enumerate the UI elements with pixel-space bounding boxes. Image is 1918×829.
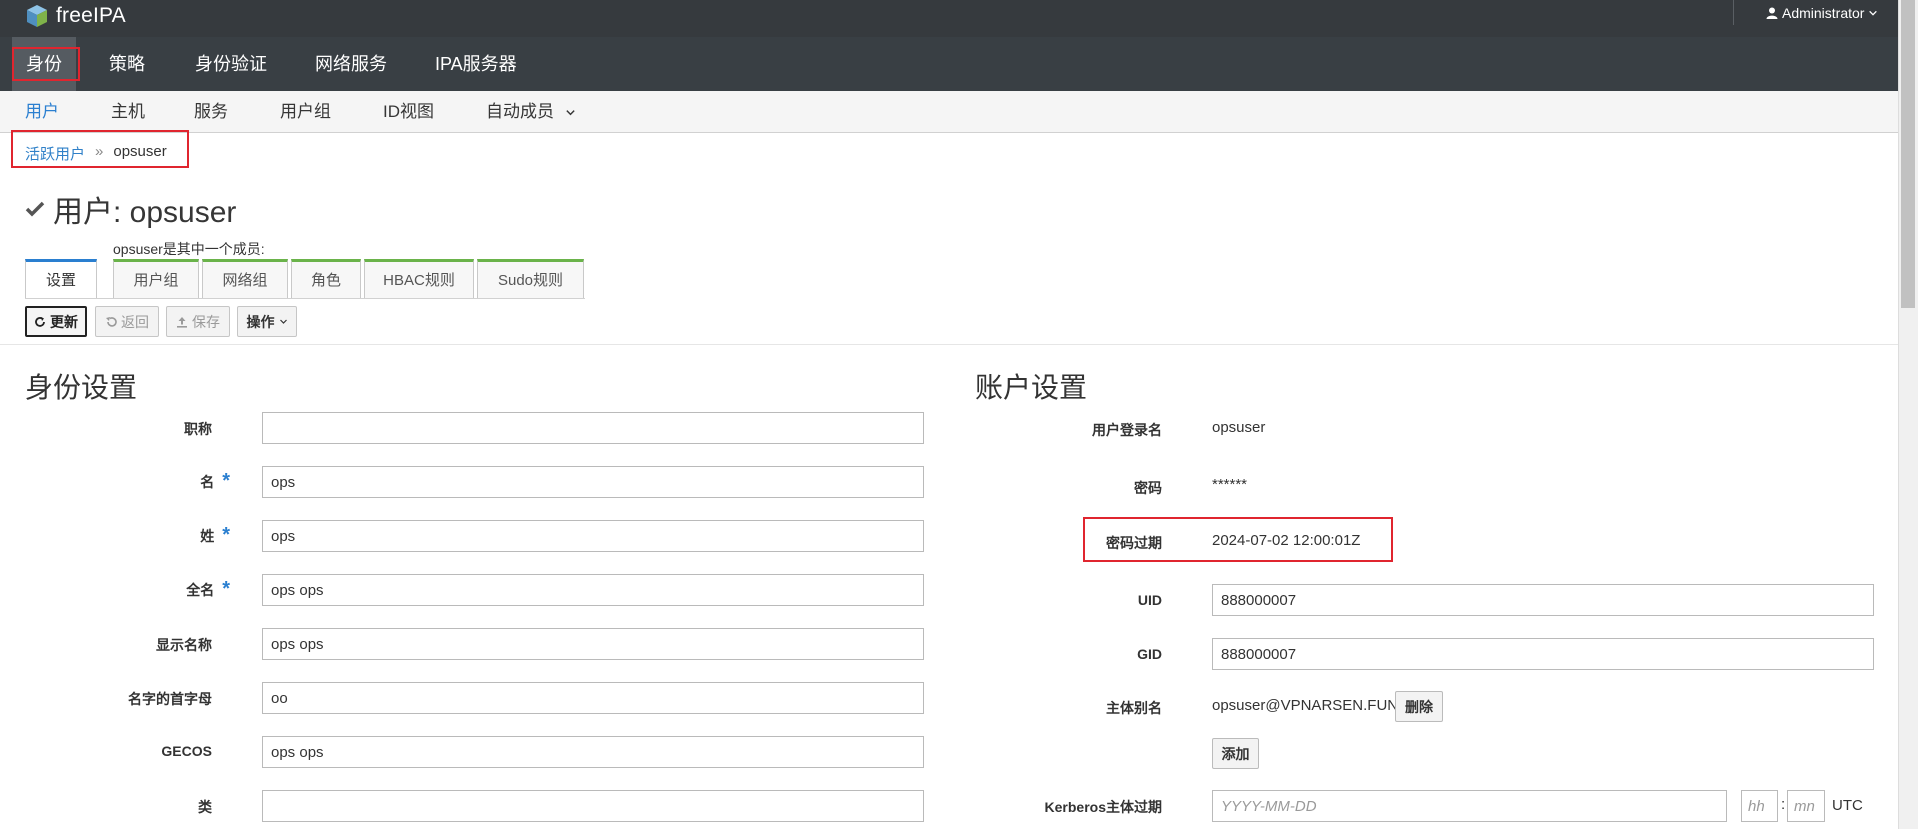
highlight-box-breadcrumb [11, 130, 189, 168]
chevron-down-icon [1869, 10, 1878, 16]
tab-user-groups[interactable]: 用户组 [113, 259, 199, 299]
field-label-last-name: 姓 * [200, 524, 230, 546]
field-label-gecos: GECOS [161, 743, 212, 759]
field-label-job-title: 职称 [184, 421, 212, 437]
login-value: opsuser [1212, 419, 1266, 436]
main-nav: 身份 策略 身份验证 网络服务 IPA服务器 [0, 37, 1898, 91]
field-label-uid: UID [1137, 592, 1162, 608]
field-label-display-name: 显示名称 [156, 637, 212, 653]
kerberos-expiration-minute-input[interactable] [1787, 790, 1825, 822]
check-icon [25, 201, 45, 217]
required-marker: * [222, 470, 230, 492]
field-label-principal-alias: 主体别名 [1106, 700, 1162, 716]
page-title: 用户: opsuser [25, 187, 236, 231]
password-value: ****** [1212, 476, 1248, 493]
subnav-automember-label: 自动成员 [486, 102, 554, 121]
full-name-input[interactable] [262, 574, 924, 606]
brand-logo[interactable]: freeIPA [26, 4, 126, 28]
user-name: Administrator [1782, 4, 1865, 21]
uid-input[interactable] [1212, 584, 1874, 616]
nav-policy[interactable]: 策略 [95, 37, 159, 91]
timezone-label: UTC [1832, 797, 1863, 814]
field-label-kerberos-expiration: Kerberos主体过期 [1044, 799, 1162, 815]
refresh-label: 更新 [50, 313, 78, 330]
last-name-input[interactable] [262, 520, 924, 552]
class-input[interactable] [262, 790, 924, 822]
kerberos-expiration-date-input[interactable] [1212, 790, 1727, 822]
actions-dropdown[interactable]: 操作 [237, 306, 297, 337]
subnav-users[interactable]: 用户 [25, 91, 59, 133]
gecos-input[interactable] [262, 736, 924, 768]
revert-button[interactable]: 返回 [95, 306, 159, 337]
required-marker: * [222, 524, 230, 546]
nav-ipa-server[interactable]: IPA服务器 [421, 37, 531, 91]
field-label-password: 密码 [1134, 480, 1162, 496]
tab-hbac-rules[interactable]: HBAC规则 [364, 259, 474, 299]
display-name-input[interactable] [262, 628, 924, 660]
account-settings-heading: 账户设置 [975, 372, 1088, 403]
time-separator: : [1781, 796, 1786, 813]
sub-nav: 用户 主机 服务 用户组 ID视图 自动成员 [0, 91, 1898, 133]
undo-icon [106, 316, 117, 327]
chevron-down-icon [566, 110, 575, 116]
first-name-input[interactable] [262, 466, 924, 498]
save-button[interactable]: 保存 [166, 306, 230, 337]
subnav-id-views[interactable]: ID视图 [383, 91, 434, 133]
nav-authentication[interactable]: 身份验证 [181, 37, 281, 91]
gid-input[interactable] [1212, 638, 1874, 670]
kerberos-expiration-hour-input[interactable] [1741, 790, 1778, 822]
member-of-label: opsuser是其中一个成员: [113, 241, 265, 257]
toolbar-divider [0, 344, 1898, 345]
user-icon [1766, 7, 1778, 19]
refresh-button[interactable]: 更新 [25, 306, 87, 337]
subnav-automember[interactable]: 自动成员 [486, 91, 576, 133]
initials-input[interactable] [262, 682, 924, 714]
job-title-input[interactable] [262, 412, 924, 444]
user-menu[interactable]: Administrator [1733, 0, 1878, 25]
add-principal-button[interactable]: 添加 [1212, 738, 1259, 769]
tab-underline [25, 298, 585, 299]
field-label-class: 类 [198, 799, 212, 815]
top-header: freeIPA Administrator [0, 0, 1918, 37]
chevron-down-icon [279, 319, 287, 324]
subnav-hosts[interactable]: 主机 [111, 91, 145, 133]
page-title-text: 用户: opsuser [53, 196, 237, 229]
refresh-icon [35, 316, 45, 327]
field-label-login: 用户登录名 [1092, 422, 1162, 438]
brand-name: freeIPA [56, 4, 126, 27]
tab-sudo-rules[interactable]: Sudo规则 [477, 259, 584, 299]
field-label-first-name: 名 * [200, 470, 230, 492]
principal-alias-value: opsuser@VPNARSEN.FUN [1212, 697, 1399, 714]
field-label-gid: GID [1137, 646, 1162, 662]
tab-netgroups[interactable]: 网络组 [202, 259, 288, 299]
subnav-user-groups[interactable]: 用户组 [280, 91, 331, 133]
actions-label: 操作 [246, 313, 275, 330]
delete-principal-button[interactable]: 删除 [1395, 691, 1443, 722]
tab-settings[interactable]: 设置 [25, 259, 97, 299]
field-label-initials: 名字的首字母 [128, 691, 212, 707]
upload-icon [177, 316, 187, 328]
nav-network-services[interactable]: 网络服务 [301, 37, 401, 91]
freeipa-cube-icon [27, 5, 47, 27]
revert-label: 返回 [121, 313, 149, 330]
identity-settings-heading: 身份设置 [25, 372, 138, 403]
subnav-services[interactable]: 服务 [194, 91, 228, 133]
required-marker: * [222, 578, 230, 600]
scrollbar-thumb[interactable] [1901, 0, 1915, 308]
highlight-box-nav [12, 47, 80, 81]
highlight-box-password-expiration [1083, 517, 1393, 562]
save-label: 保存 [192, 313, 220, 330]
field-label-full-name: 全名 * [186, 578, 230, 600]
tab-roles[interactable]: 角色 [291, 259, 361, 299]
